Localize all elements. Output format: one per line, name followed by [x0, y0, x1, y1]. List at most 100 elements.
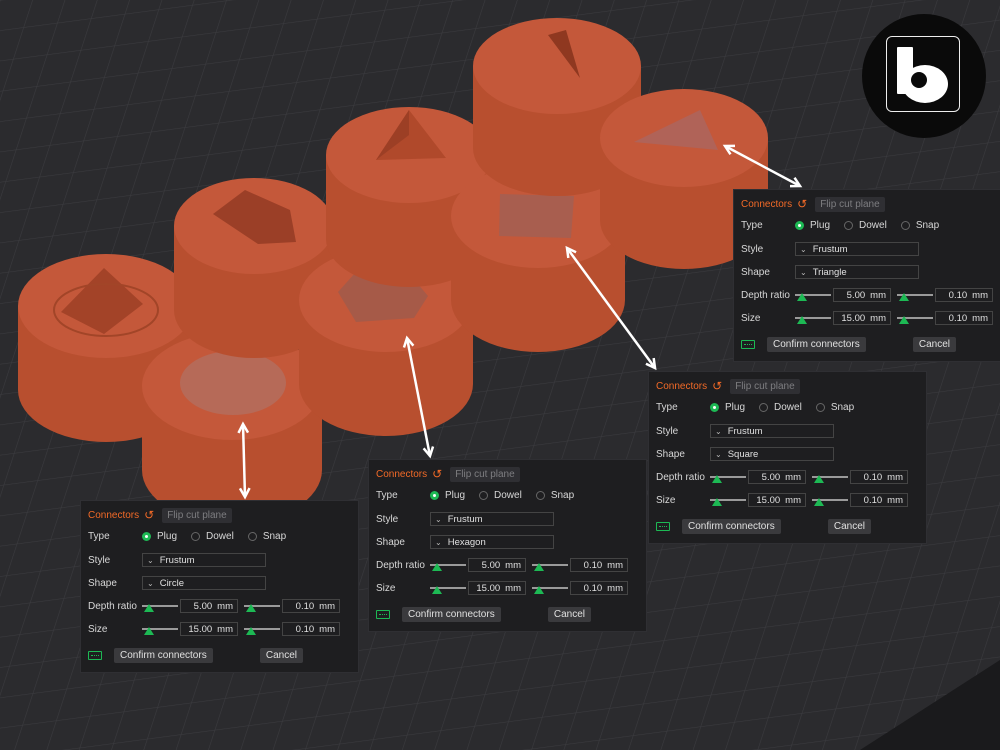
style-dropdown[interactable]: ⌄ Frustum [795, 242, 919, 256]
type-option-snap[interactable]: Snap [900, 220, 939, 231]
radio-plug[interactable] [710, 402, 719, 412]
size-input[interactable]: 15.00 mm [833, 311, 891, 325]
slider-handle[interactable] [797, 293, 807, 301]
size-tolerance-slider[interactable] [812, 494, 848, 506]
depth-tolerance-slider[interactable] [897, 289, 933, 301]
style-dropdown[interactable]: ⌄ Frustum [430, 512, 554, 526]
slider-handle[interactable] [899, 316, 909, 324]
size-tolerance-slider[interactable] [897, 312, 933, 324]
keyboard-icon[interactable] [376, 610, 390, 619]
slider-handle[interactable] [712, 498, 722, 506]
type-option-dowel[interactable]: Dowel [844, 220, 887, 231]
cancel-button[interactable]: Cancel [547, 607, 591, 622]
radio-dowel[interactable] [759, 402, 769, 412]
size-tolerance-input[interactable]: 0.10 mm [850, 493, 908, 507]
reset-icon[interactable]: ↺ [712, 380, 722, 392]
style-dropdown[interactable]: ⌄ Frustum [710, 424, 834, 438]
confirm-connectors-button[interactable]: Confirm connectors [402, 607, 501, 622]
keyboard-icon[interactable] [88, 651, 102, 660]
cancel-button[interactable]: Cancel [259, 648, 303, 663]
keyboard-icon[interactable] [741, 340, 755, 349]
confirm-connectors-button[interactable]: Confirm connectors [767, 337, 866, 352]
size-input[interactable]: 15.00 mm [468, 581, 526, 595]
radio-dowel[interactable] [191, 531, 201, 541]
slider-handle[interactable] [814, 475, 824, 483]
depth-input[interactable]: 5.00 mm [468, 558, 526, 572]
cancel-button[interactable]: Cancel [827, 519, 871, 534]
keyboard-icon[interactable] [656, 522, 670, 531]
depth-tolerance-input[interactable]: 0.10 mm [935, 288, 993, 302]
size-slider[interactable] [142, 623, 178, 635]
size-input[interactable]: 15.00 mm [748, 493, 806, 507]
shape-dropdown[interactable]: ⌄ Circle [142, 576, 266, 590]
slider-handle[interactable] [144, 627, 154, 635]
confirm-connectors-button[interactable]: Confirm connectors [114, 648, 213, 663]
depth-input[interactable]: 5.00 mm [833, 288, 891, 302]
depth-tolerance-slider[interactable] [812, 471, 848, 483]
size-slider[interactable] [430, 582, 466, 594]
size-tolerance-slider[interactable] [244, 623, 280, 635]
type-option-plug[interactable]: Plug [795, 220, 830, 231]
size-slider[interactable] [795, 312, 831, 324]
depth-tolerance-input[interactable]: 0.10 mm [850, 470, 908, 484]
depth-tolerance-input[interactable]: 0.10 mm [570, 558, 628, 572]
flip-cut-plane-button[interactable]: Flip cut plane [450, 466, 520, 482]
depth-slider[interactable] [142, 600, 178, 612]
type-option-dowel[interactable]: Dowel [759, 402, 802, 413]
slider-handle[interactable] [144, 604, 154, 612]
radio-dowel[interactable] [479, 490, 489, 500]
slider-handle[interactable] [712, 475, 722, 483]
flip-cut-plane-button[interactable]: Flip cut plane [730, 378, 800, 394]
slider-handle[interactable] [432, 563, 442, 571]
size-tolerance-input[interactable]: 0.10 mm [570, 581, 628, 595]
size-tolerance-input[interactable]: 0.10 mm [935, 311, 993, 325]
slider-handle[interactable] [534, 563, 544, 571]
depth-slider[interactable] [795, 289, 831, 301]
radio-snap[interactable] [900, 220, 910, 230]
slider-handle[interactable] [246, 627, 256, 635]
type-option-plug[interactable]: Plug [710, 402, 745, 413]
depth-input[interactable]: 5.00 mm [180, 599, 238, 613]
slider-handle[interactable] [899, 293, 909, 301]
connector-part-circle[interactable] [142, 332, 322, 524]
depth-tolerance-slider[interactable] [244, 600, 280, 612]
type-option-snap[interactable]: Snap [247, 531, 286, 542]
slider-handle[interactable] [432, 586, 442, 594]
confirm-connectors-button[interactable]: Confirm connectors [682, 519, 781, 534]
slider-handle[interactable] [797, 316, 807, 324]
radio-plug[interactable] [795, 220, 804, 230]
viewport[interactable]: { "colors":{"background":"#2b2b2e","plug… [0, 0, 1000, 750]
slider-handle[interactable] [534, 586, 544, 594]
style-dropdown[interactable]: ⌄ Frustum [142, 553, 266, 567]
slider-handle[interactable] [246, 604, 256, 612]
type-option-plug[interactable]: Plug [430, 490, 465, 501]
flip-cut-plane-button[interactable]: Flip cut plane [815, 196, 885, 212]
radio-dowel[interactable] [844, 220, 854, 230]
depth-input[interactable]: 5.00 mm [748, 470, 806, 484]
depth-slider[interactable] [430, 559, 466, 571]
size-tolerance-input[interactable]: 0.10 mm [282, 622, 340, 636]
shape-dropdown[interactable]: ⌄ Triangle [795, 265, 919, 279]
radio-snap[interactable] [535, 490, 545, 500]
shape-dropdown[interactable]: ⌄ Square [710, 447, 834, 461]
flip-cut-plane-button[interactable]: Flip cut plane [162, 507, 232, 523]
radio-snap[interactable] [815, 402, 825, 412]
radio-snap[interactable] [247, 531, 257, 541]
type-option-dowel[interactable]: Dowel [479, 490, 522, 501]
type-option-dowel[interactable]: Dowel [191, 531, 234, 542]
reset-icon[interactable]: ↺ [797, 198, 807, 210]
type-option-plug[interactable]: Plug [142, 531, 177, 542]
radio-plug[interactable] [142, 531, 151, 541]
radio-plug[interactable] [430, 490, 439, 500]
depth-tolerance-slider[interactable] [532, 559, 568, 571]
reset-icon[interactable]: ↺ [432, 468, 442, 480]
type-option-snap[interactable]: Snap [535, 490, 574, 501]
cancel-button[interactable]: Cancel [912, 337, 956, 352]
size-slider[interactable] [710, 494, 746, 506]
shape-dropdown[interactable]: ⌄ Hexagon [430, 535, 554, 549]
depth-slider[interactable] [710, 471, 746, 483]
reset-icon[interactable]: ↺ [144, 509, 154, 521]
size-input[interactable]: 15.00 mm [180, 622, 238, 636]
slider-handle[interactable] [814, 498, 824, 506]
depth-tolerance-input[interactable]: 0.10 mm [282, 599, 340, 613]
